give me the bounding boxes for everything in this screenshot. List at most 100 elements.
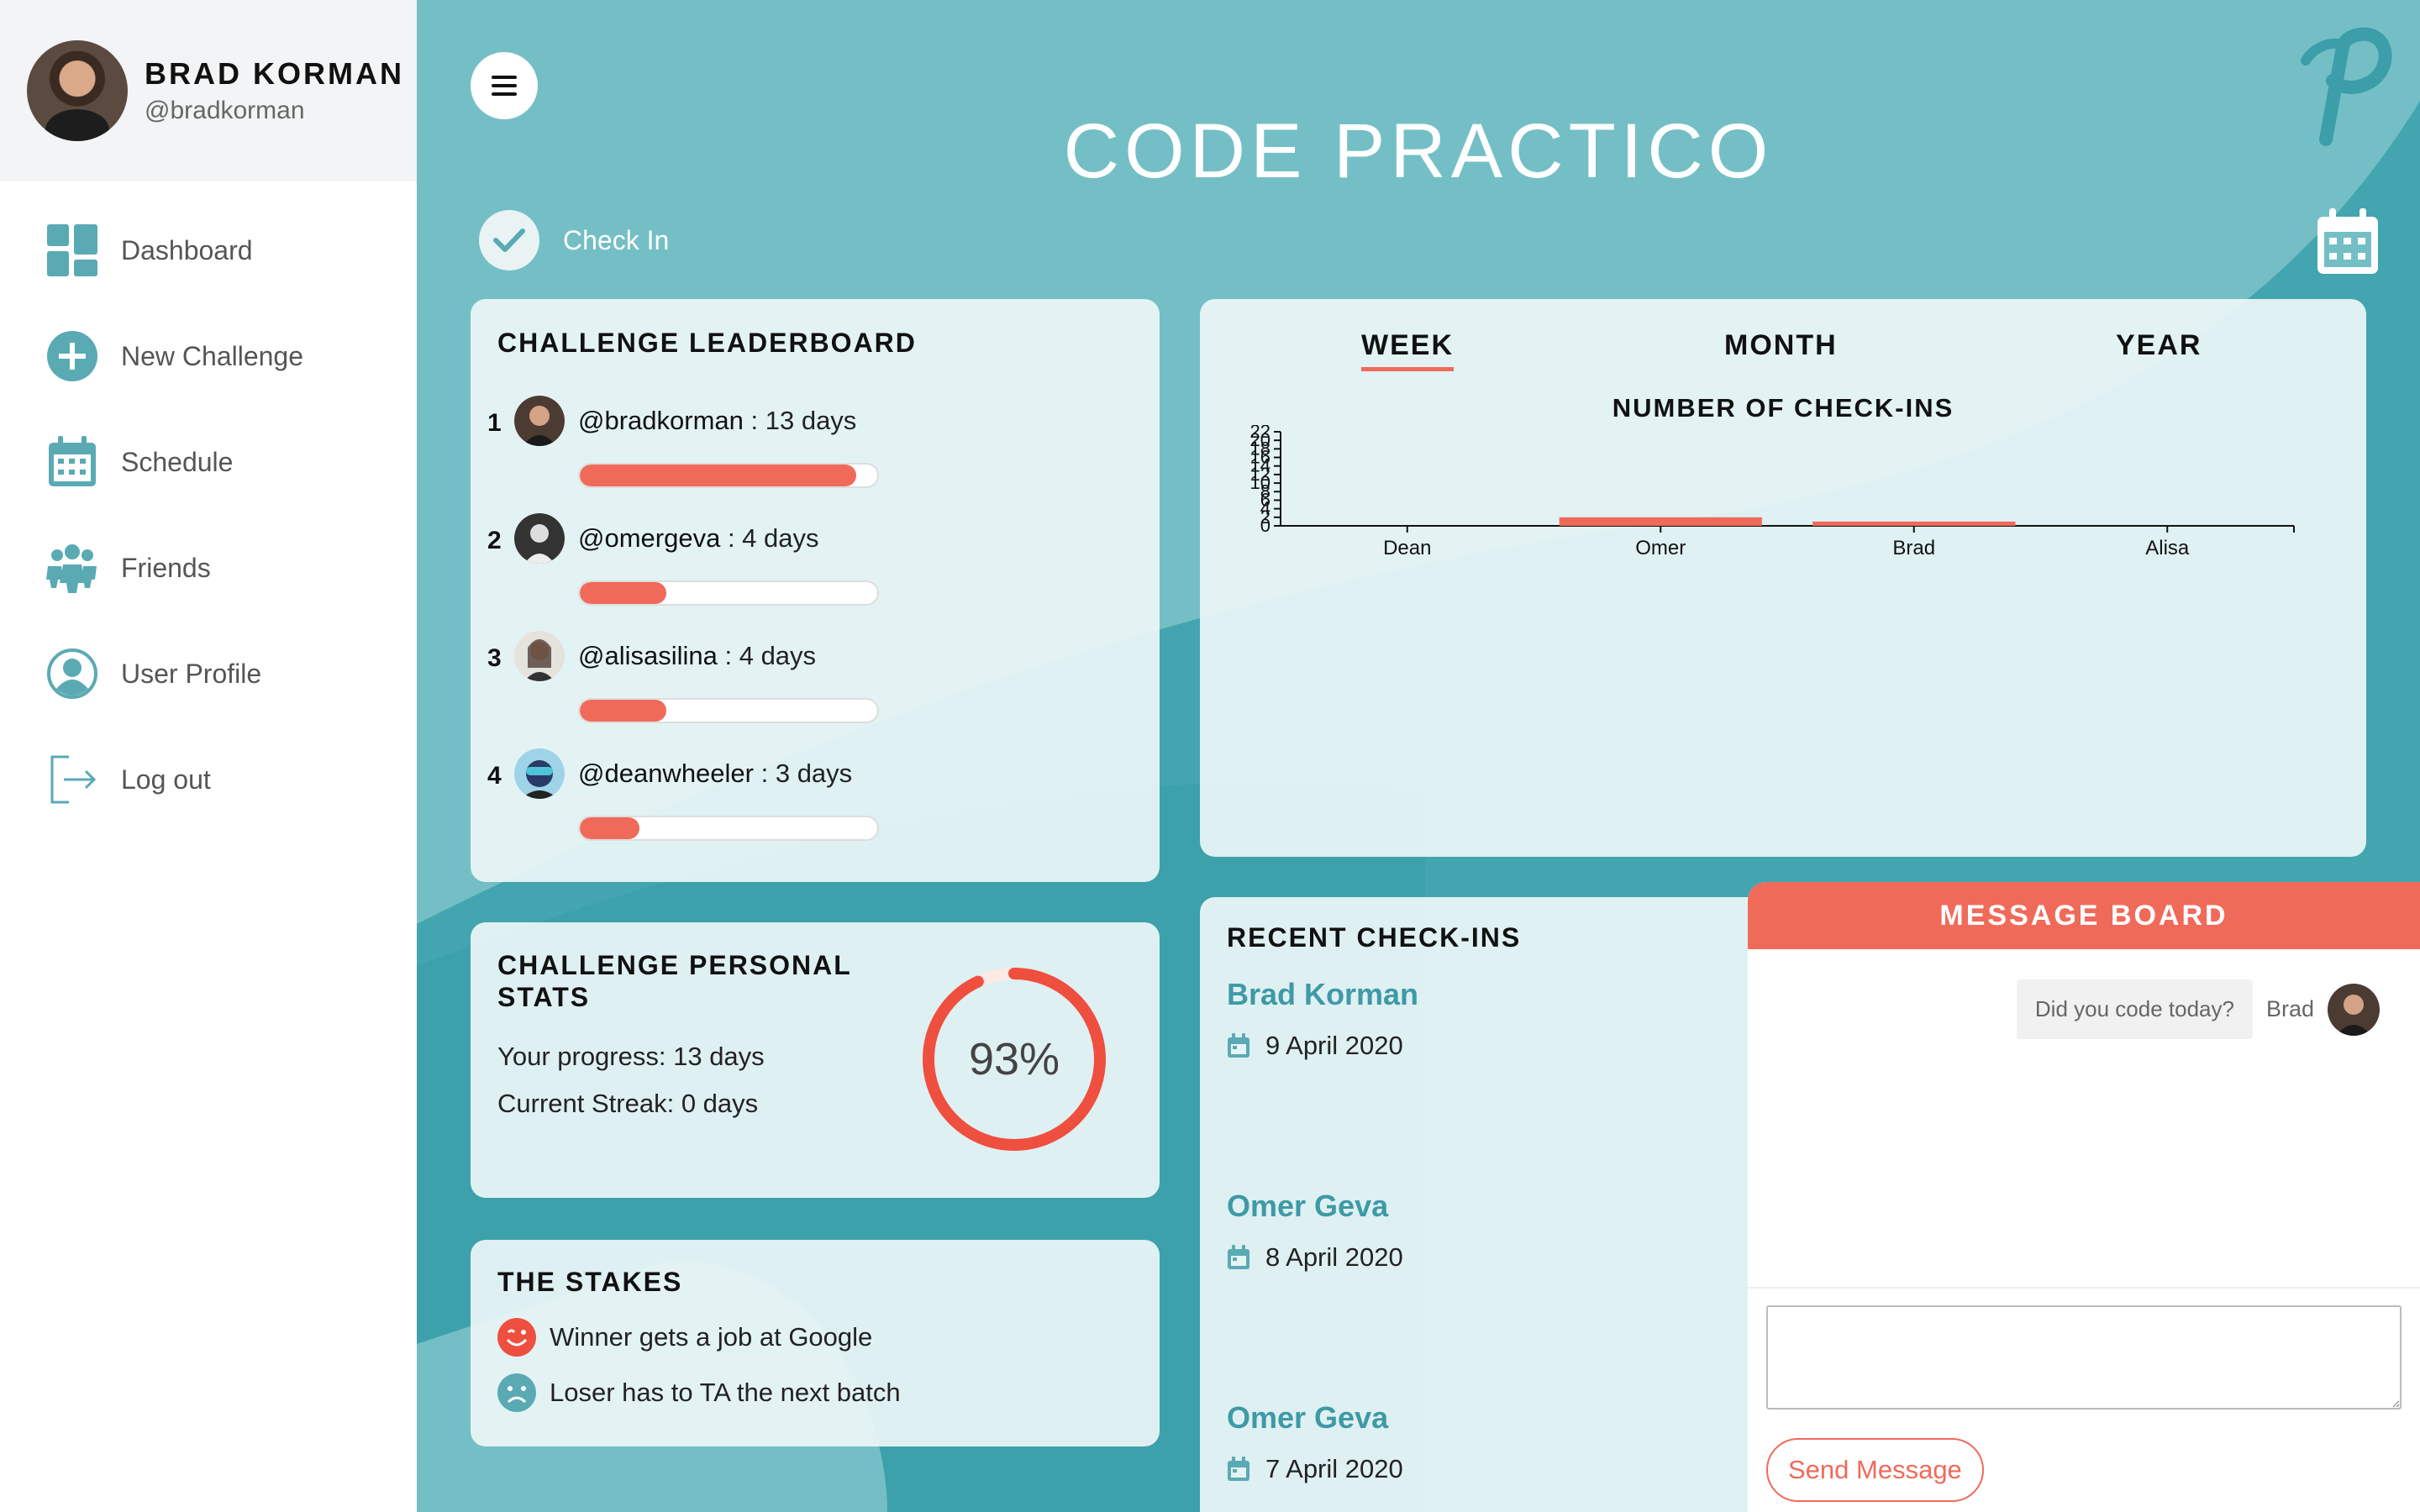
stake-text: Loser has to TA the next batch bbox=[550, 1378, 901, 1407]
leaderboard-days: : 13 days bbox=[743, 406, 857, 435]
sidebar-item-new-challenge[interactable]: New Challenge bbox=[0, 329, 417, 383]
chart-title: NUMBER OF CHECK-INS bbox=[1612, 393, 1954, 423]
progress-fill bbox=[580, 700, 666, 722]
calendar-icon bbox=[1228, 1033, 1249, 1058]
logout-icon bbox=[45, 753, 99, 806]
progress-stat-label: Your progress: bbox=[497, 1042, 666, 1071]
progress-fill bbox=[580, 582, 666, 604]
leaderboard-username: @bradkorman bbox=[578, 406, 744, 435]
stake-item: Loser has to TA the next batch bbox=[497, 1373, 1133, 1412]
calendar-icon bbox=[1228, 1245, 1249, 1269]
user-name: BRAD KORMAN bbox=[145, 56, 404, 91]
check-in-button[interactable]: Check In bbox=[479, 210, 669, 270]
sidebar-item-dashboard[interactable]: Dashboard bbox=[0, 223, 417, 277]
progress-fill bbox=[580, 817, 639, 839]
user-handle: @bradkorman bbox=[145, 97, 305, 124]
checkin-user[interactable]: Omer Geva bbox=[1227, 1189, 1741, 1224]
leaderboard-rank: 1 bbox=[487, 409, 502, 437]
x-tick-label: Alisa bbox=[2145, 537, 2190, 559]
y-tick-label: 22 bbox=[1250, 425, 1270, 442]
sidebar: BRAD KORMAN @bradkorman Dashboard New Ch… bbox=[0, 0, 417, 1512]
message-board: MESSAGE BOARD Did you code today? Brad S… bbox=[1748, 882, 2420, 1512]
sidebar-item-label: Friends bbox=[121, 552, 211, 583]
progress-ring: 93% bbox=[919, 964, 1109, 1154]
message-text: Did you code today? bbox=[2016, 979, 2253, 1039]
stakes-card: THE STAKES Winner gets a job at Google L… bbox=[471, 1240, 1160, 1446]
sad-face-icon bbox=[497, 1373, 536, 1412]
personal-stats-card: CHALLENGE PERSONAL STATS Your progress: … bbox=[471, 922, 1160, 1198]
divider bbox=[1748, 1287, 2420, 1289]
checkmark-icon bbox=[479, 210, 539, 270]
leaderboard-days: : 3 days bbox=[754, 759, 853, 788]
recent-checkins-title: RECENT CHECK-INS bbox=[1227, 922, 1522, 953]
tab-week[interactable]: WEEK bbox=[1361, 329, 1454, 371]
progress-bar bbox=[578, 698, 879, 723]
progress-stat-value: 13 days bbox=[666, 1042, 765, 1071]
x-tick-label: Brad bbox=[1892, 537, 1935, 559]
message-author: Brad bbox=[2265, 996, 2314, 1021]
dashboard-icon bbox=[45, 223, 99, 277]
calendar-icon bbox=[45, 435, 99, 489]
chart-bar bbox=[1812, 521, 2016, 526]
progress-percent: 93% bbox=[968, 1034, 1060, 1084]
list-item: Omer Geva 7 April 2020 bbox=[1227, 1400, 1741, 1512]
sidebar-item-label: User Profile bbox=[121, 658, 262, 689]
leaderboard-days: : 4 days bbox=[720, 523, 819, 553]
friends-icon bbox=[45, 541, 99, 595]
sidebar-item-logout[interactable]: Log out bbox=[0, 753, 417, 806]
list-item: Omer Geva 8 April 2020 bbox=[1227, 1189, 1741, 1372]
send-message-button[interactable]: Send Message bbox=[1766, 1438, 1984, 1502]
list-item: Brad Korman 9 April 2020 bbox=[1227, 977, 1741, 1160]
sidebar-item-label: Dashboard bbox=[121, 234, 253, 265]
stake-text: Winner gets a job at Google bbox=[550, 1322, 873, 1352]
progress-fill bbox=[580, 465, 857, 486]
avatar bbox=[2328, 983, 2380, 1036]
progress-bar bbox=[578, 816, 879, 841]
calendar-icon bbox=[1228, 1457, 1249, 1481]
checkins-chart-card: WEEK MONTH YEAR NUMBER OF CHECK-INS 0246… bbox=[1200, 299, 2366, 857]
leaderboard-rank: 2 bbox=[487, 527, 502, 554]
leaderboard-username: @omergeva bbox=[578, 523, 721, 553]
leaderboard-rank: 4 bbox=[487, 762, 502, 790]
sidebar-item-schedule[interactable]: Schedule bbox=[0, 435, 417, 489]
page-title: CODE PRACTICO bbox=[1063, 108, 1774, 194]
leaderboard-row: 4 @deanwheeler : 3 days bbox=[487, 745, 1133, 863]
avatar bbox=[514, 748, 565, 799]
checkin-user[interactable]: Omer Geva bbox=[1227, 1400, 1741, 1436]
main-area: CODE PRACTICO Check In CHALLENGE LEADERB… bbox=[417, 0, 2420, 1512]
stakes-title: THE STAKES bbox=[497, 1267, 683, 1297]
leaderboard-rank: 3 bbox=[487, 644, 502, 672]
progress-bar bbox=[578, 463, 879, 488]
message-item: Did you code today? Brad bbox=[2016, 979, 2380, 1039]
leaderboard-row: 3 @alisasilina : 4 days bbox=[487, 627, 1133, 745]
checkin-user[interactable]: Brad Korman bbox=[1227, 977, 1741, 1012]
leaderboard-username: @deanwheeler bbox=[578, 759, 754, 788]
avatar bbox=[514, 513, 565, 564]
profile-header: BRAD KORMAN @bradkorman bbox=[0, 0, 417, 181]
streak-stat-label: Current Streak: bbox=[497, 1089, 675, 1118]
tab-year[interactable]: YEAR bbox=[2116, 329, 2202, 362]
x-tick-label: Omer bbox=[1635, 537, 1686, 559]
sidebar-item-friends[interactable]: Friends bbox=[0, 541, 417, 595]
tab-month[interactable]: MONTH bbox=[1724, 329, 1838, 362]
checkin-date: 8 April 2020 bbox=[1265, 1242, 1403, 1272]
streak-stat-value: 0 days bbox=[674, 1089, 759, 1118]
sidebar-item-label: Schedule bbox=[121, 446, 234, 477]
recent-checkins-card: RECENT CHECK-INS Brad Korman 9 April 202… bbox=[1200, 897, 1768, 1512]
sidebar-item-user-profile[interactable]: User Profile bbox=[0, 647, 417, 701]
user-avatar[interactable] bbox=[27, 40, 128, 141]
leaderboard-username: @alisasilina bbox=[578, 641, 718, 670]
avatar bbox=[514, 631, 565, 681]
hamburger-icon bbox=[492, 76, 517, 96]
leaderboard-card: CHALLENGE LEADERBOARD 1 @bradkorman : 13… bbox=[471, 299, 1160, 882]
check-in-label: Check In bbox=[563, 224, 670, 255]
stake-item: Winner gets a job at Google bbox=[497, 1318, 1133, 1357]
calendar-button-icon[interactable] bbox=[2316, 208, 2380, 276]
checkins-bar-chart: 0246810121416182022Dean Omer Brad Alisa bbox=[1250, 425, 2295, 559]
message-input[interactable] bbox=[1766, 1305, 2402, 1410]
stats-title: CHALLENGE PERSONAL STATS bbox=[497, 950, 852, 1012]
happy-face-icon bbox=[497, 1318, 536, 1357]
sidebar-item-label: Log out bbox=[121, 764, 211, 795]
plus-circle-icon bbox=[45, 329, 99, 383]
sidebar-nav: Dashboard New Challenge Schedule Friends… bbox=[0, 223, 417, 806]
